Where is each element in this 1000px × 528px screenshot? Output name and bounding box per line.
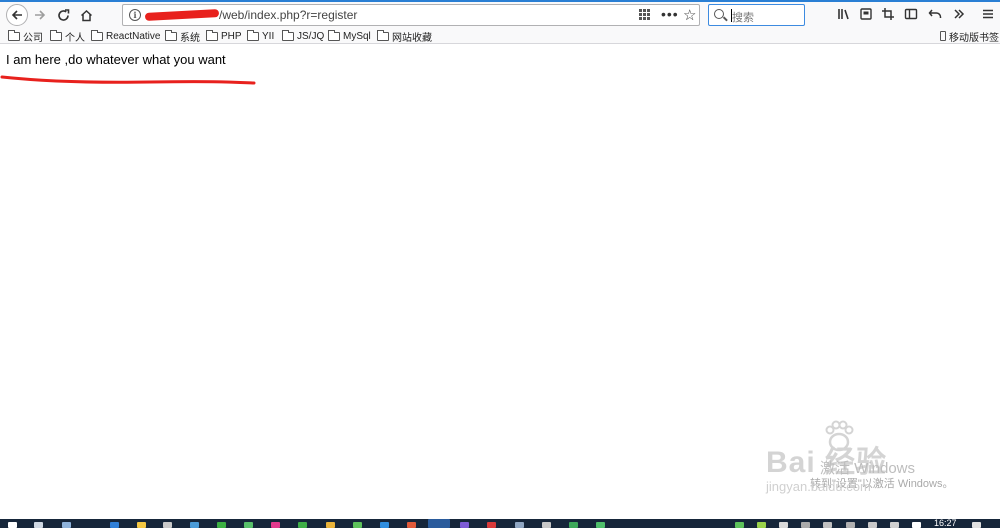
taskbar-app-icon[interactable]	[353, 522, 362, 528]
volume-icon[interactable]	[868, 522, 877, 528]
folder-icon	[165, 29, 177, 41]
redaction-mark	[144, 9, 220, 21]
browser-toolbar: i /web/index.php?r=register ••• ☆ 搜索	[0, 2, 1000, 28]
taskbar-app-icon[interactable]	[515, 522, 524, 528]
undo-icon[interactable]	[927, 7, 943, 23]
bookmark-folder[interactable]: MySql	[328, 29, 371, 43]
mobile-bookmarks-label: 移动版书签	[949, 32, 999, 44]
taskbar-app-icon[interactable]	[62, 522, 71, 528]
ime-icon[interactable]	[890, 522, 899, 528]
folder-icon	[328, 29, 340, 41]
folder-icon	[206, 29, 218, 41]
search-icon	[714, 9, 724, 19]
search-placeholder: 搜索	[732, 12, 754, 24]
reload-icon	[57, 8, 69, 21]
network-icon[interactable]	[846, 522, 855, 528]
arrow-right-icon	[35, 10, 46, 20]
bookmark-label: 系统	[180, 32, 200, 44]
taskbar-app-icon[interactable]	[298, 522, 307, 528]
folder-icon	[282, 29, 294, 41]
taskbar-app-icon[interactable]	[380, 522, 389, 528]
tray-icon[interactable]	[757, 522, 766, 528]
more-actions-icon[interactable]: •••	[661, 6, 679, 22]
tray-icon[interactable]	[912, 522, 921, 528]
bookmark-folder[interactable]: PHP	[206, 29, 242, 43]
qr-code-icon[interactable]	[639, 9, 651, 21]
firefox-active-icon[interactable]	[428, 519, 450, 528]
bookmark-folder[interactable]: 个人	[50, 29, 85, 44]
bookmark-label: YII	[262, 30, 275, 42]
taskbar-app-icon[interactable]	[163, 522, 172, 528]
search-input[interactable]: 搜索	[708, 4, 805, 26]
taskbar-app-icon[interactable]	[217, 522, 226, 528]
bookmark-label: MySql	[343, 30, 371, 42]
page-content: I am here ,do whatever what you want Bai…	[0, 45, 1000, 519]
baidu-watermark: Bai 经验 激活 Windows 转到"设置"以激活 Windows。 jin…	[766, 417, 996, 517]
bookmark-folder[interactable]: ReactNative	[91, 29, 160, 43]
folder-icon	[50, 29, 62, 41]
overflow-chevron-icon[interactable]	[951, 7, 967, 23]
folder-icon	[247, 29, 259, 41]
bookmark-folder[interactable]: JS/JQ	[282, 29, 324, 43]
pocket-icon[interactable]	[858, 7, 874, 23]
tray-icon[interactable]	[801, 522, 810, 528]
bookmark-folder[interactable]: YII	[247, 29, 274, 43]
folder-icon	[91, 29, 103, 41]
bookmark-folder[interactable]: 公司	[8, 29, 43, 44]
bookmark-label: PHP	[221, 30, 242, 42]
taskbar-app-icon[interactable]	[190, 522, 199, 528]
taskbar-app-icon[interactable]	[407, 522, 416, 528]
red-underline-annotation	[0, 75, 256, 85]
windows-taskbar: 16:27	[0, 519, 1000, 528]
taskbar-app-icon[interactable]	[460, 522, 469, 528]
bookmark-label: 公司	[23, 32, 43, 44]
home-button[interactable]	[77, 6, 95, 24]
url-bar[interactable]: i /web/index.php?r=register ••• ☆	[122, 4, 700, 26]
bookmarks-bar: 公司 个人 ReactNative 系统 PHP YII JS/JQ MySql…	[0, 28, 1000, 44]
home-icon	[80, 9, 92, 21]
hamburger-menu-icon[interactable]	[980, 7, 996, 23]
folder-icon	[8, 29, 20, 41]
bookmark-star-icon[interactable]: ☆	[683, 6, 696, 24]
bookmark-folder[interactable]: 系统	[165, 29, 200, 44]
taskbar-app-icon[interactable]	[569, 522, 578, 528]
bookmark-label: ReactNative	[106, 30, 161, 42]
back-button[interactable]	[6, 4, 28, 26]
taskbar-app-icon[interactable]	[542, 522, 551, 528]
taskbar-app-icon[interactable]	[487, 522, 496, 528]
tray-icon[interactable]	[735, 522, 744, 528]
arrow-left-icon	[11, 10, 22, 20]
url-text: /web/index.php?r=register	[219, 8, 358, 22]
sidebar-icon[interactable]	[903, 7, 919, 23]
mobile-bookmarks[interactable]: 移动版书签	[940, 29, 999, 44]
tray-icon[interactable]	[779, 522, 788, 528]
task-view-icon[interactable]	[34, 522, 43, 528]
forward-button[interactable]	[31, 6, 49, 24]
reload-button[interactable]	[54, 6, 72, 24]
screenshot-crop-icon[interactable]	[880, 7, 896, 23]
phone-icon	[940, 31, 946, 41]
bookmark-label: 个人	[65, 32, 85, 44]
taskbar-app-icon[interactable]	[271, 522, 280, 528]
chrome-icon[interactable]	[326, 522, 335, 528]
library-icon[interactable]	[836, 7, 852, 23]
taskbar-app-icon[interactable]	[596, 522, 605, 528]
windows-start-icon[interactable]	[8, 522, 17, 528]
clock-time[interactable]: 16:27	[934, 519, 957, 528]
folder-icon	[377, 29, 389, 41]
page-message: I am here ,do whatever what you want	[6, 52, 226, 67]
jingyan-url-text: jingyan.baidu.com	[766, 479, 871, 494]
bookmark-label: JS/JQ	[297, 30, 325, 42]
info-icon[interactable]: i	[129, 9, 141, 21]
action-center-icon[interactable]	[972, 522, 981, 528]
folder-icon[interactable]	[137, 522, 146, 528]
tray-icon[interactable]	[823, 522, 832, 528]
taskbar-app-icon[interactable]	[110, 522, 119, 528]
bookmark-folder[interactable]: 网站收藏	[377, 29, 432, 44]
bookmark-label: 网站收藏	[392, 32, 432, 44]
taskbar-app-icon[interactable]	[244, 522, 253, 528]
